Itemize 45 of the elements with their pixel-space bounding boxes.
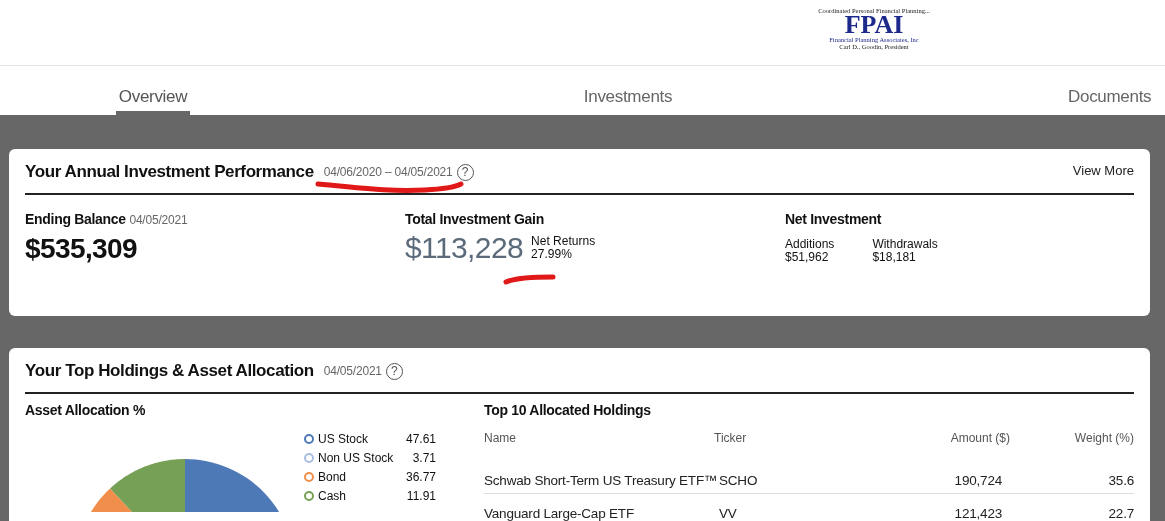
- date-range: 04/06/2020 – 04/05/2021: [323, 165, 453, 179]
- nav-tab[interactable]: Overview: [116, 66, 190, 115]
- table-cell: SCHO: [719, 473, 758, 488]
- card-title: Your Annual Investment Performance: [25, 162, 314, 182]
- as-of-date: 04/05/2021: [323, 364, 382, 378]
- help-button[interactable]: ?: [456, 163, 474, 181]
- legend-value: 11.91: [405, 488, 436, 504]
- ending-balance-label: Ending Balance 04/05/2021: [25, 211, 189, 227]
- section-title: Asset Allocation %: [25, 402, 147, 418]
- section-title: Top 10 Allocated Holdings: [484, 402, 652, 418]
- net-investment-item-label: Withdrawals: [872, 238, 938, 251]
- column-header: Weight (%): [1073, 431, 1134, 447]
- net-investment-item-value: $51,962: [785, 251, 830, 264]
- net-investment-label: Net Investment: [785, 211, 883, 227]
- ending-balance-value: $535,309: [25, 233, 138, 265]
- table-cell: Schwab Short-Term US Treasury ETF™: [484, 473, 718, 488]
- net-investment-item-value: $18,181: [872, 251, 917, 264]
- legend-value: 47.61: [404, 431, 436, 447]
- column-header: Ticker: [714, 431, 748, 447]
- net-returns-value: 27.99%: [531, 248, 573, 261]
- table-cell: 35.6: [1108, 473, 1134, 488]
- legend-value: 36.77: [404, 469, 436, 485]
- logo-wordmark: FPAI: [844, 14, 904, 36]
- view-more-link[interactable]: View More: [1072, 161, 1134, 178]
- legend-label: Non US Stock: [318, 450, 394, 466]
- table-cell: VV: [719, 506, 737, 521]
- legend-label: Bond: [318, 469, 347, 485]
- legend-label: US Stock: [318, 431, 368, 447]
- column-header: Amount ($): [949, 431, 1010, 447]
- net-investment-item-label: Additions: [785, 238, 835, 251]
- column-header: Name: [484, 431, 517, 447]
- gain-value: $113,228: [405, 231, 524, 265]
- nav-tab[interactable]: Documents: [1068, 66, 1150, 115]
- underline-mark: [503, 273, 557, 285]
- card-title: Your Top Holdings & Asset Allocation: [25, 361, 314, 381]
- help-button[interactable]: ?: [385, 362, 403, 380]
- legend-value: 3.71: [411, 450, 436, 466]
- legend-label: Cash: [318, 488, 346, 504]
- table-cell: 190,724: [954, 473, 1002, 488]
- net-returns-label: Net Returns: [531, 235, 596, 248]
- table-cell: 22.7: [1108, 506, 1134, 521]
- nav-tab[interactable]: Investments: [583, 66, 673, 115]
- gain-label: Total Investment Gain: [405, 211, 545, 227]
- table-cell: Vanguard Large-Cap ETF: [484, 506, 634, 521]
- table-cell: 121,423: [954, 506, 1002, 521]
